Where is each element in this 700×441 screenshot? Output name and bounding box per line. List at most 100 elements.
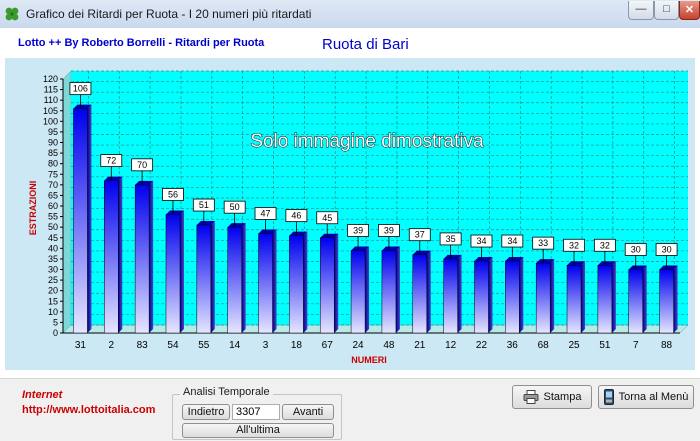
bar: [289, 235, 304, 334]
indietro-button[interactable]: Indietro: [182, 404, 230, 420]
data-label: 33: [538, 238, 548, 248]
x-tick-label: 3: [263, 340, 269, 351]
data-label: 56: [168, 189, 178, 199]
app-subtitle: Lotto ++ By Roberto Borrelli - Ritardi p…: [18, 37, 265, 49]
data-label: 39: [353, 225, 363, 235]
bar: [597, 265, 613, 334]
y-tick-label: 100: [43, 116, 58, 126]
y-tick-label: 10: [48, 307, 58, 317]
bar-side: [210, 221, 215, 333]
data-label: 45: [322, 213, 332, 223]
y-tick-label: 55: [48, 212, 58, 222]
stampa-button[interactable]: Stampa: [512, 385, 592, 409]
clover-icon: [5, 7, 19, 21]
analisi-temporale-title: Analisi Temporale: [180, 386, 273, 398]
x-tick-label: 36: [507, 340, 519, 351]
data-label: 51: [199, 200, 209, 210]
bar-side: [303, 231, 308, 333]
bar-side: [457, 254, 462, 333]
y-tick-label: 105: [43, 106, 58, 116]
x-tick-label: 22: [476, 340, 488, 351]
bar: [566, 265, 582, 334]
bar: [196, 224, 212, 334]
bar: [73, 108, 88, 334]
y-tick-label: 45: [48, 233, 58, 243]
x-tick-label: 68: [538, 340, 550, 351]
y-tick-label: 35: [48, 254, 58, 264]
bar: [104, 180, 119, 334]
y-tick-label: 5: [53, 317, 58, 327]
ultima-button[interactable]: All'ultima: [182, 423, 334, 438]
ruota-title: Ruota di Bari: [322, 36, 409, 53]
estrazione-input[interactable]: 3307: [232, 404, 280, 420]
bar-side: [118, 176, 123, 333]
bar-side: [426, 250, 431, 333]
data-label: 34: [507, 236, 517, 246]
bar-side: [272, 229, 277, 333]
y-tick-label: 65: [48, 190, 58, 200]
bar-side: [550, 259, 555, 333]
bar: [227, 226, 242, 334]
y-tick-label: 20: [48, 286, 58, 296]
plot-floor: [62, 324, 689, 334]
y-tick-label: 60: [48, 201, 58, 211]
x-axis-title: NUMERI: [351, 355, 387, 365]
data-label: 34: [476, 236, 486, 246]
x-tick-label: 51: [599, 340, 611, 351]
bar-side: [334, 233, 339, 333]
x-tick-label: 24: [353, 340, 365, 351]
maximize-button[interactable]: □: [654, 1, 679, 20]
x-tick-label: 18: [291, 340, 303, 351]
data-label: 47: [261, 209, 271, 219]
internet-link[interactable]: http://www.lottoitalia.com: [22, 404, 155, 416]
plot-left-wall: [62, 70, 72, 334]
bar: [535, 262, 551, 334]
x-tick-label: 12: [445, 340, 457, 351]
y-tick-label: 25: [48, 275, 58, 285]
bar: [350, 250, 366, 334]
data-label: 30: [631, 245, 641, 255]
bar-side: [365, 246, 370, 333]
bar-side: [519, 257, 524, 333]
bar-side: [241, 223, 246, 333]
y-axis-title: ESTRAZIONI: [28, 181, 38, 236]
y-tick-label: 50: [48, 222, 58, 232]
stampa-label: Stampa: [543, 391, 582, 404]
y-tick-label: 80: [48, 159, 58, 169]
x-tick-label: 2: [108, 340, 114, 351]
bar-side: [673, 265, 678, 333]
y-tick-label: 115: [44, 85, 58, 95]
x-tick-label: 14: [229, 340, 241, 351]
avanti-button[interactable]: Avanti: [282, 404, 334, 420]
bar: [134, 184, 150, 334]
bar: [505, 260, 520, 334]
data-label: 70: [137, 160, 147, 170]
internet-label: Internet: [22, 389, 63, 401]
y-tick-label: 30: [48, 265, 58, 275]
bar: [628, 269, 643, 334]
minimize-button[interactable]: —: [628, 1, 654, 20]
data-label: 72: [106, 156, 116, 166]
printer-icon: [523, 390, 539, 405]
bar-side: [581, 261, 586, 333]
x-tick-label: 55: [198, 340, 210, 351]
torna-al-menu-button[interactable]: Torna al Menù: [598, 385, 694, 409]
phone-icon: [603, 389, 614, 406]
x-tick-label: 21: [414, 340, 426, 351]
window-titlebar: Grafico dei Ritardi per Ruota - I 20 num…: [0, 0, 700, 29]
bar-side: [87, 104, 92, 333]
y-tick-label: 120: [43, 74, 58, 84]
x-tick-label: 48: [383, 340, 395, 351]
data-label: 46: [291, 211, 301, 221]
bar: [258, 233, 273, 334]
close-button[interactable]: ✕: [679, 1, 700, 20]
bar-side: [179, 210, 184, 333]
y-tick-label: 110: [44, 95, 58, 105]
x-tick-label: 7: [633, 340, 639, 351]
data-label: 50: [230, 202, 240, 212]
chart-watermark: Solo immagine dimostrativa: [250, 131, 484, 152]
y-tick-label: 85: [48, 148, 58, 158]
x-tick-label: 54: [167, 340, 179, 351]
y-tick-label: 70: [48, 180, 58, 190]
bar: [165, 214, 181, 334]
